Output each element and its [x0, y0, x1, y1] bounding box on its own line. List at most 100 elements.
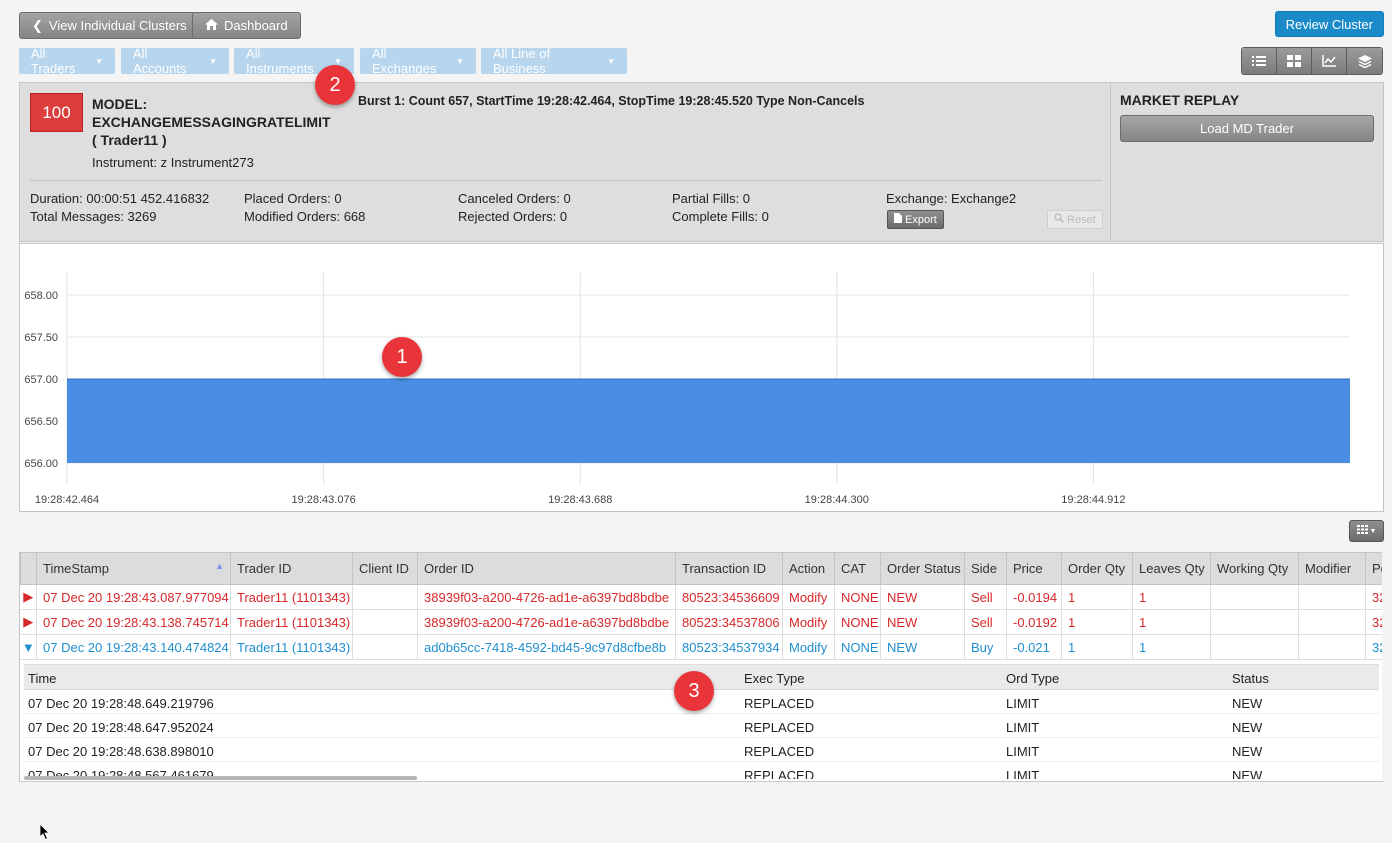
table-cell: 1 — [1061, 584, 1133, 610]
table-cell: 1 — [1061, 634, 1133, 660]
table-cell: Sell — [964, 584, 1007, 610]
burst-chart-svg: 658.00 657.50 657.00 656.50 656.00 19:28:42.4… — [24, 272, 1350, 506]
column-header[interactable]: Price — [1006, 552, 1062, 585]
column-header[interactable]: Order Status — [880, 552, 965, 585]
detail-column-header[interactable]: Status — [1232, 671, 1269, 686]
table-cell: -0.0194 — [1006, 584, 1062, 610]
reset-button[interactable]: Reset — [1047, 210, 1103, 229]
detail-cell: NEW — [1232, 696, 1263, 711]
table-cell: 1 — [1132, 584, 1211, 610]
column-header[interactable]: Po — [1365, 552, 1382, 585]
column-header[interactable]: Transaction ID — [675, 552, 783, 585]
detail-cell: 07 Dec 20 19:28:48.649.219796 — [28, 696, 214, 711]
exchanges-filter[interactable]: All Exchanges ▼ — [360, 46, 476, 76]
caret-down-icon: ▼ — [1369, 527, 1377, 535]
expand-row-icon[interactable]: ▶ — [20, 584, 37, 610]
chart-view-icon[interactable] — [1312, 48, 1347, 74]
rejected-orders-stat: Rejected Orders: 0 — [458, 209, 568, 224]
column-header[interactable]: Modifier — [1298, 552, 1366, 585]
grid-view-icon[interactable] — [1277, 48, 1312, 74]
column-header[interactable]: Trader ID — [230, 552, 353, 585]
annotation-marker-2: 2 — [315, 65, 355, 105]
column-header[interactable]: TimeStamp ▲ — [36, 552, 231, 585]
column-header[interactable]: CAT — [834, 552, 881, 585]
column-header[interactable]: Side — [964, 552, 1007, 585]
table-cell: Trader11 (1101343) — [230, 609, 353, 635]
view-individual-clusters-button[interactable]: ❮ View Individual Clusters — [19, 12, 200, 39]
total-messages-stat: Total Messages: 3269 — [30, 209, 157, 224]
table-cell — [1210, 634, 1299, 660]
table-cell: 07 Dec 20 19:28:43.138.745714 — [36, 609, 231, 635]
burst-info: Burst 1: Count 657, StartTime 19:28:42.4… — [358, 94, 865, 108]
detail-column-header[interactable]: Ord Type — [1006, 671, 1059, 686]
table-cell: NONE — [834, 609, 881, 635]
detail-column-header[interactable]: Exec Type — [744, 671, 804, 686]
instrument-label: Instrument: z Instrument273 — [92, 155, 254, 170]
export-label: Export — [905, 213, 937, 226]
table-header-row: TimeStamp ▲ Trader ID Client ID Order ID … — [20, 552, 1382, 585]
detail-cell: LIMIT — [1006, 720, 1040, 735]
accounts-filter-label: All Accounts — [133, 46, 187, 76]
detail-cell: LIMIT — [1006, 696, 1040, 711]
exchanges-filter-label: All Exchanges — [372, 46, 437, 76]
load-md-trader-button[interactable]: Load MD Trader — [1120, 115, 1374, 142]
column-header-expand — [20, 552, 37, 585]
sort-ascending-icon: ▲ — [215, 561, 224, 571]
table-cell: 07 Dec 20 19:28:43.087.977094 — [36, 584, 231, 610]
y-tick-label: 658.00 — [24, 290, 58, 302]
caret-down-icon: ▼ — [95, 56, 103, 66]
annotation-marker-1: 1 — [382, 337, 422, 377]
table-cell: Trader11 (1101343) — [230, 634, 353, 660]
dashboard-button[interactable]: Dashboard — [192, 12, 301, 39]
column-header[interactable]: Order Qty — [1061, 552, 1133, 585]
complete-fills-stat: Complete Fills: 0 — [672, 209, 769, 224]
detail-cell: REPLACED — [744, 696, 815, 711]
detail-row: 07 Dec 20 19:28:48.638.898010 REPLACED L… — [24, 738, 1379, 762]
table-cell: 1 — [1132, 634, 1211, 660]
table-cell: 32 — [1365, 584, 1382, 610]
detail-column-header[interactable]: Time — [28, 671, 56, 686]
table-cell: -0.0192 — [1006, 609, 1062, 635]
cluster-summary-panel: 100 MODEL: EXCHANGEMESSAGINGRATELIMIT ( … — [19, 82, 1384, 242]
file-icon — [894, 213, 902, 226]
table-row[interactable]: ▶ 07 Dec 20 19:28:43.087.977094 Trader11… — [20, 584, 1382, 610]
table-row[interactable]: ▶ 07 Dec 20 19:28:43.138.745714 Trader11… — [20, 609, 1382, 635]
column-chooser-button[interactable]: ▼ — [1349, 520, 1384, 542]
table-row[interactable]: ▼ 07 Dec 20 19:28:43.140.474824 Trader11… — [20, 634, 1382, 660]
horizontal-scrollbar[interactable] — [24, 776, 417, 780]
collapse-row-icon[interactable]: ▼ — [20, 634, 37, 660]
table-cell: 07 Dec 20 19:28:43.140.474824 — [36, 634, 231, 660]
model-title-line3: ( Trader11 ) — [92, 132, 167, 148]
table-cell: Trader11 (1101343) — [230, 584, 353, 610]
detail-cell: NEW — [1232, 720, 1263, 735]
column-header[interactable]: Action — [782, 552, 835, 585]
area-band — [67, 379, 1350, 463]
table-cell: Buy — [964, 634, 1007, 660]
home-icon — [205, 18, 218, 33]
table-cell — [1298, 584, 1366, 610]
layers-view-icon[interactable] — [1347, 48, 1382, 74]
y-tick-label: 656.50 — [24, 416, 58, 428]
column-header[interactable]: Working Qty — [1210, 552, 1299, 585]
detail-cell: REPLACED — [744, 768, 815, 779]
list-view-icon[interactable] — [1242, 48, 1277, 74]
caret-down-icon: ▼ — [456, 56, 464, 66]
accounts-filter[interactable]: All Accounts ▼ — [121, 46, 229, 76]
line-of-business-filter[interactable]: All Line of Business ▼ — [481, 46, 627, 76]
review-cluster-button[interactable]: Review Cluster — [1274, 11, 1384, 37]
reset-label: Reset — [1067, 213, 1096, 226]
caret-down-icon: ▼ — [209, 56, 217, 66]
export-button[interactable]: Export — [887, 210, 944, 229]
expand-row-icon[interactable]: ▶ — [20, 609, 37, 635]
column-header[interactable]: Order ID — [417, 552, 676, 585]
column-header[interactable]: Client ID — [352, 552, 418, 585]
detail-cell: REPLACED — [744, 720, 815, 735]
mouse-cursor-icon — [39, 823, 50, 843]
risk-score-badge: 100 — [30, 93, 83, 132]
column-header[interactable]: Leaves Qty — [1132, 552, 1211, 585]
detail-cell: NEW — [1232, 768, 1263, 779]
table-cell: 38939f03-a200-4726-ad1e-a6397bd8bdbe — [417, 609, 676, 635]
table-cell: 32 — [1365, 634, 1382, 660]
x-tick-label: 19:28:42.464 — [35, 494, 99, 506]
traders-filter[interactable]: All Traders ▼ — [19, 46, 115, 76]
